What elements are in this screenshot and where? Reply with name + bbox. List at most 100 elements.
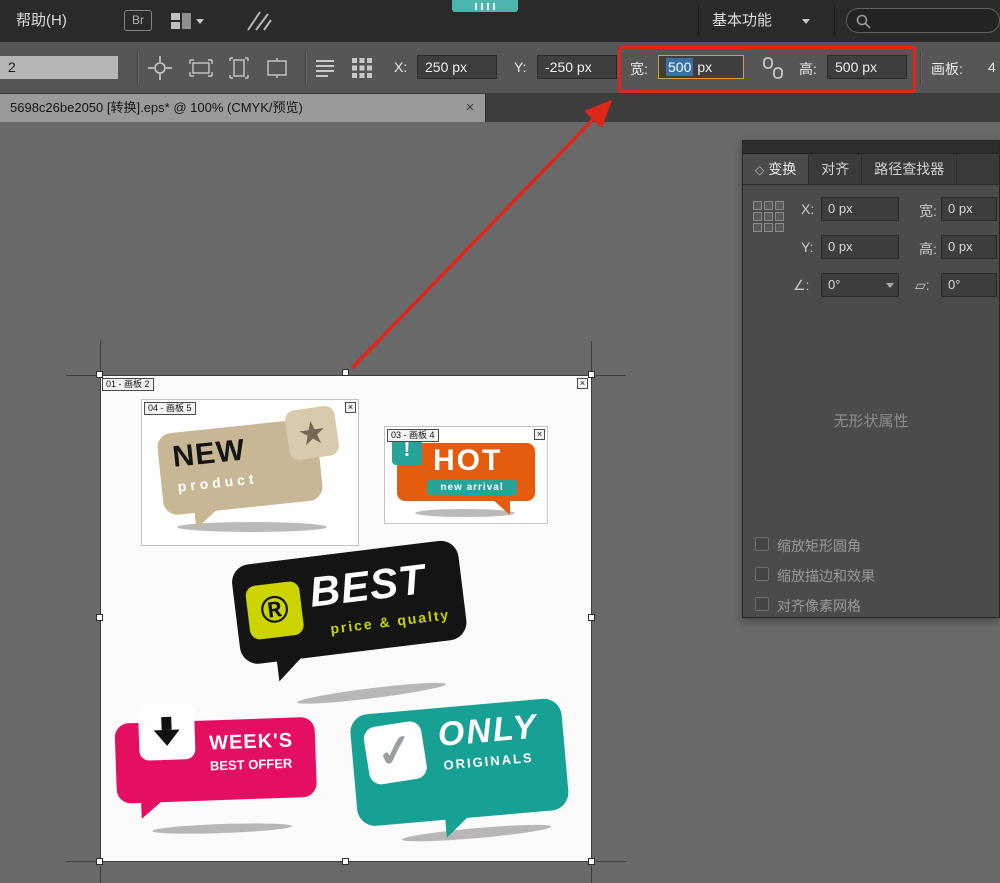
bridge-button[interactable]: Br [124,10,152,31]
hot-tag-title: HOT [433,444,502,478]
shear-icon: ▱: [915,277,930,294]
app-switcher-thumbnail [452,0,518,12]
panel-rotate-field[interactable]: 0° [821,273,899,297]
weeks-tag-title: WEEK'S [209,730,294,756]
list-options-icon[interactable] [314,57,336,84]
hot-tag-bubble: ! HOT new arrival [397,443,535,501]
tab-align-label: 对齐 [821,161,849,177]
menubar-divider [698,5,699,37]
tab-align[interactable]: 对齐 [809,154,862,184]
tab-transform[interactable]: ◇ 变换 [743,154,809,184]
tab-transform-label: 变换 [768,161,796,177]
illustrator-window: 帮助(H) Br 基本功能 [0,0,1000,883]
cropmark [100,866,101,883]
document-tab[interactable]: 5698c26be2050 [转换].eps* @ 100% (CMYK/预览)… [0,94,486,122]
rotate-icon: ∠: [793,277,809,294]
new-tag-tail [194,509,220,529]
best-tag: ® BEST price & qualty [219,527,487,721]
cropmark [596,375,626,376]
document-tab-close-icon[interactable]: × [460,94,480,122]
cropmark [591,866,592,883]
selection-handle-bottom-left[interactable] [96,858,103,865]
checkbox-scale-corners[interactable] [755,537,769,551]
panel-height-label: 高: [919,239,937,259]
artboard-preset-custom-icon[interactable] [264,56,290,85]
control-divider-1 [137,50,138,86]
only-tag: ✓ ONLY ORIGINALS [340,684,587,854]
hot-tag-subtitle: new arrival [427,480,517,495]
y-label: Y: [514,59,526,75]
selection-handle-mid-right[interactable] [588,614,595,621]
checkbox-align-pixel-grid-label: 对齐像素网格 [777,596,861,616]
tab-pathfinder-label: 路径查找器 [874,161,944,177]
only-tag-check-badge: ✓ [362,720,428,786]
panel-x-field[interactable]: 0 px [821,197,899,221]
weeks-tag-tail [141,800,164,819]
checkbox-align-pixel-grid[interactable] [755,597,769,611]
sub-image-hot: 03 - 画板 4 × ! HOT new arrival [384,426,548,524]
panel-height-field[interactable]: 0 px [941,235,997,259]
menubar-divider-2 [834,5,835,37]
best-tag-tail [277,656,305,681]
panel-y-field[interactable]: 0 px [821,235,899,259]
selection-handle-top-center[interactable] [342,369,349,376]
panel-x-label: X: [801,201,814,217]
selection-handle-top-right[interactable] [588,371,595,378]
cropmark [596,861,626,862]
brush-tool-icon[interactable] [244,8,274,39]
selection-handle-bottom-center[interactable] [342,858,349,865]
menu-bar: 帮助(H) Br 基本功能 [0,0,1000,42]
document-tab-title: 5698c26be2050 [转换].eps* @ 100% (CMYK/预览) [10,100,303,115]
selection-handle-mid-left[interactable] [96,614,103,621]
cropmark [66,861,96,862]
panel-tab-row: ◇ 变换 对齐 路径查找器 [743,154,999,185]
artboard-count-label: 画板: [931,59,963,79]
checkbox-scale-corners-label: 缩放矩形圆角 [777,536,861,556]
selection-handle-top-left[interactable] [96,371,103,378]
best-tag-registered-badge: ® [245,580,305,640]
selection-handle-bottom-right[interactable] [588,858,595,865]
layout-icon[interactable] [170,11,192,36]
checkbox-scale-strokes-effects[interactable] [755,567,769,581]
artboard-name-label: 01 - 画板 2 [102,378,154,391]
artboard-close-mark-icon: × [577,378,588,389]
hot-tag-tail [492,499,510,515]
artboard-preset-portrait-icon[interactable] [226,56,252,85]
reference-point-selector[interactable] [753,201,784,232]
control-divider-2 [305,50,306,86]
sub-image-hot-close-icon: × [534,429,545,440]
y-field[interactable]: -250 px [537,55,617,79]
new-tag-star-icon: ★ [284,405,340,461]
artboard-preset-landscape-icon[interactable] [188,56,214,85]
new-tag-title: NEW [171,433,247,474]
cropmark [100,341,101,371]
weeks-tag: WEEK'S BEST OFFER [108,698,337,838]
sub-image-new: 04 - 画板 5 × ★ NEW product [141,399,359,546]
only-tag-tail [445,816,471,838]
control-divider-3 [920,50,921,86]
checkbox-scale-strokes-effects-label: 缩放描边和效果 [777,566,875,586]
menu-help[interactable]: 帮助(H) [16,12,67,30]
cropmark [591,341,592,371]
workspace-switcher[interactable]: 基本功能 [712,12,772,30]
annotation-highlight-box [618,46,916,93]
panel-shear-field[interactable]: 0° [941,273,997,297]
artboard-count-value: 4 [988,59,996,75]
artboard-move-icon[interactable] [146,54,174,87]
x-field[interactable]: 250 px [417,55,497,79]
artboard-options-grid-icon[interactable] [350,56,374,85]
panel-collapse-icon: ◇ [755,163,764,177]
control-left-field[interactable]: 2 [0,56,118,79]
tab-pathfinder[interactable]: 路径查找器 [862,154,957,184]
workspace-caret-icon [802,19,810,24]
transform-panel: ◇ 变换 对齐 路径查找器 X: 0 px 宽: 0 px Y: 0 px 高: … [742,140,1000,618]
x-label: X: [394,59,407,75]
panel-width-label: 宽: [919,201,937,221]
new-tag-subtitle: product [177,470,258,494]
panel-header-bar[interactable] [743,141,999,154]
search-input[interactable] [846,8,1000,33]
panel-width-field[interactable]: 0 px [941,197,997,221]
down-arrow-icon [152,715,181,748]
panel-body: X: 0 px 宽: 0 px Y: 0 px 高: 0 px ∠: 0° ▱:… [743,185,999,617]
rotate-dropdown-caret-icon[interactable] [886,283,894,288]
